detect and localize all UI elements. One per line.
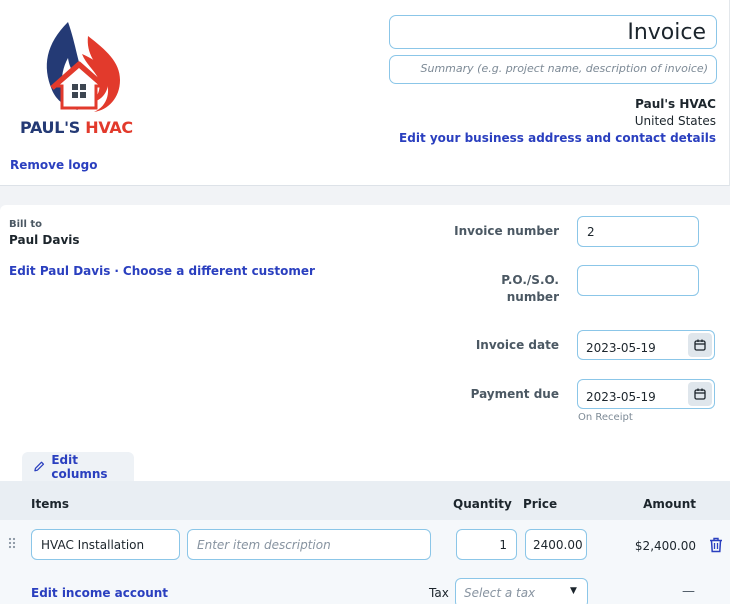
- invoice-date-value: 2023-05-19: [586, 341, 656, 355]
- po-so-number-label: P.O./S.O. number: [501, 272, 559, 306]
- pencil-icon: [34, 461, 45, 472]
- item-quantity-input[interactable]: 1: [456, 529, 517, 560]
- item-price-input[interactable]: 2400.00: [525, 529, 587, 560]
- payment-terms-text: On Receipt: [578, 412, 633, 423]
- po-so-label-line1: P.O./S.O.: [501, 273, 559, 287]
- item-name-input[interactable]: HVAC Installation: [31, 529, 180, 560]
- invoice-number-input[interactable]: 2: [577, 216, 699, 247]
- item-amount: $2,400.00: [634, 539, 696, 553]
- payment-due-input[interactable]: 2023-05-19: [577, 379, 715, 409]
- payment-due-calendar-button[interactable]: [688, 382, 712, 406]
- logo-wordmark: PAUL'S HVAC: [20, 118, 133, 137]
- customer-links: Edit Paul Davis · Choose a different custo…: [9, 264, 315, 278]
- item-description-input[interactable]: Enter item description: [187, 529, 431, 560]
- invoice-title-input[interactable]: Invoice: [389, 15, 717, 49]
- bill-to-customer-name: Paul Davis: [9, 233, 80, 247]
- po-so-label-line2: number: [506, 290, 559, 304]
- business-country: United States: [634, 114, 716, 128]
- column-header-price: Price: [523, 497, 558, 511]
- business-name: Paul's HVAC: [635, 97, 716, 111]
- link-separator: ·: [114, 264, 119, 278]
- column-header-items: Items: [31, 497, 69, 511]
- column-header-amount: Amount: [643, 497, 696, 511]
- calendar-icon: [694, 388, 706, 400]
- invoice-date-label: Invoice date: [475, 338, 559, 352]
- tax-select[interactable]: Select a tax: [455, 578, 588, 604]
- payment-due-value: 2023-05-19: [586, 390, 656, 404]
- payment-due-label: Payment due: [470, 387, 559, 401]
- edit-columns-button[interactable]: Edit columns: [22, 452, 134, 481]
- edit-columns-label: Edit columns: [51, 452, 108, 481]
- bill-to-label: Bill to: [9, 219, 43, 230]
- tax-label: Tax: [429, 586, 449, 600]
- invoice-number-label: Invoice number: [454, 224, 559, 238]
- edit-income-account-link[interactable]: Edit income account: [31, 586, 168, 600]
- items-table-header: [0, 481, 730, 520]
- tax-amount: —: [682, 584, 695, 599]
- choose-customer-link[interactable]: Choose a different customer: [123, 264, 315, 278]
- po-so-number-input[interactable]: [577, 265, 699, 296]
- invoice-header-card: PAUL'S HVAC Remove logo Invoice Summary …: [0, 0, 730, 186]
- chevron-down-icon: ▼: [570, 586, 577, 596]
- trash-icon[interactable]: [709, 537, 723, 553]
- drag-handle-icon[interactable]: [8, 537, 16, 551]
- invoice-date-input[interactable]: 2023-05-19: [577, 330, 715, 360]
- edit-business-details-link[interactable]: Edit your business address and contact d…: [399, 131, 716, 145]
- edit-customer-link[interactable]: Edit Paul Davis: [9, 264, 110, 278]
- invoice-date-calendar-button[interactable]: [688, 333, 712, 357]
- invoice-summary-input[interactable]: Summary (e.g. project name, description …: [389, 55, 717, 84]
- remove-logo-link[interactable]: Remove logo: [10, 158, 97, 172]
- calendar-icon: [694, 339, 706, 351]
- column-header-quantity: Quantity: [453, 497, 512, 511]
